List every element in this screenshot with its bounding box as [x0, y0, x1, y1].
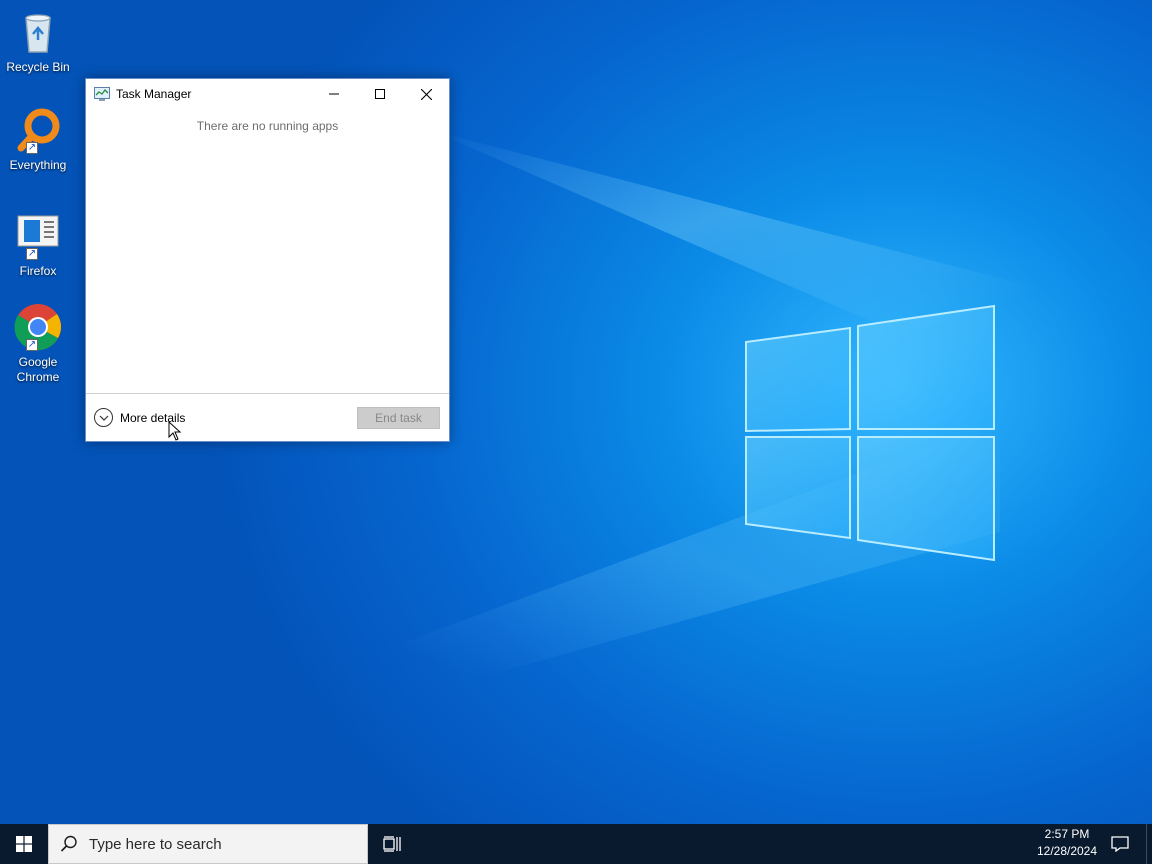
minimize-icon: [329, 93, 339, 95]
desktop-icon-label: Recycle Bin: [6, 60, 70, 74]
clock-time: 2:57 PM: [1044, 827, 1090, 841]
desktop-icon-label: Google Chrome: [16, 355, 60, 384]
show-desktop-button[interactable]: [1146, 824, 1152, 864]
notification-icon: [1111, 836, 1129, 852]
taskbar: 2:57 PM 12/28/2024: [0, 824, 1152, 864]
desktop-icon-everything[interactable]: ↗ Everything: [2, 106, 74, 173]
maximize-button[interactable]: [357, 79, 403, 109]
title-bar[interactable]: Task Manager: [86, 79, 449, 109]
shortcut-arrow-icon: ↗: [26, 248, 38, 260]
shortcut-arrow-icon: ↗: [26, 339, 38, 351]
recycle-bin-icon: [14, 8, 62, 56]
end-task-button[interactable]: End task: [357, 407, 440, 429]
task-manager-window[interactable]: Task Manager There are no running apps M…: [85, 78, 450, 442]
task-view-button[interactable]: [372, 824, 412, 864]
windows-start-icon: [16, 836, 32, 852]
firefox-icon: ↗: [14, 212, 62, 260]
desktop-icon-label: Firefox: [19, 264, 57, 278]
windows-logo-wallpaper: [745, 304, 995, 562]
everything-search-icon: ↗: [14, 106, 62, 154]
app-list: There are no running apps: [86, 109, 449, 393]
window-title: Task Manager: [116, 87, 192, 101]
system-clock[interactable]: 2:57 PM 12/28/2024: [1030, 826, 1104, 862]
desktop-icon-firefox[interactable]: ↗ Firefox: [2, 212, 74, 279]
clock-date: 12/28/2024: [1036, 844, 1098, 858]
desktop-icon-recycle-bin[interactable]: Recycle Bin: [2, 8, 74, 75]
window-footer: More details End task: [86, 393, 449, 441]
minimize-button[interactable]: [311, 79, 357, 109]
maximize-icon: [375, 89, 385, 99]
close-icon: [420, 88, 432, 100]
search-input[interactable]: [89, 835, 349, 853]
close-button[interactable]: [403, 79, 449, 109]
desktop-icon-label: Everything: [9, 158, 67, 172]
search-icon: [60, 835, 77, 852]
taskbar-search-box[interactable]: [48, 824, 368, 864]
start-button[interactable]: [0, 824, 48, 864]
empty-message: There are no running apps: [196, 119, 339, 133]
desktop-icon-google-chrome[interactable]: ↗ Google Chrome: [2, 303, 74, 385]
task-manager-icon: [94, 87, 110, 101]
chevron-down-icon: [94, 408, 113, 427]
action-center-button[interactable]: [1104, 824, 1136, 864]
shortcut-arrow-icon: ↗: [26, 142, 38, 154]
mouse-cursor-icon: [168, 421, 182, 441]
chrome-icon: ↗: [14, 303, 62, 351]
task-view-icon: [383, 836, 401, 852]
